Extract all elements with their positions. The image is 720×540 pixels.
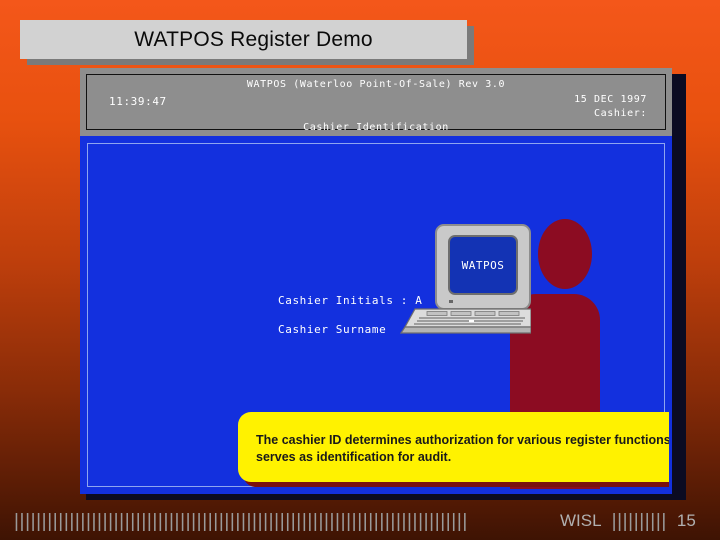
footer-tickmarks-left: ||||||||||||||||||||||||||||||||||||||||… bbox=[14, 512, 554, 531]
footer-page-number: 15 bbox=[677, 511, 696, 531]
app-title: WATPOS (Waterloo Point-Of-Sale) Rev 3.0 bbox=[83, 79, 669, 90]
footer-brand-label: WISL bbox=[560, 511, 602, 531]
terminal-header-panel: WATPOS (Waterloo Point-Of-Sale) Rev 3.0 … bbox=[80, 68, 672, 136]
monitor-screen-text: WATPOS bbox=[462, 259, 505, 272]
footer-tickmarks-right: |||||||||| bbox=[612, 512, 667, 531]
monitor-screen-shape: WATPOS bbox=[448, 235, 518, 295]
monitor-power-led-icon bbox=[449, 300, 453, 303]
title-banner: WATPOS Register Demo bbox=[20, 20, 467, 59]
clock-date: 15 DEC 1997 bbox=[574, 94, 647, 105]
person-head-shape bbox=[538, 219, 592, 289]
screen-name-label: Cashier Identification bbox=[83, 122, 669, 133]
keyboard-icon bbox=[399, 307, 531, 337]
slide-canvas: WATPOS Register Demo WATPOS (Waterloo Po… bbox=[0, 0, 720, 540]
pos-terminal: WATPOS (Waterloo Point-Of-Sale) Rev 3.0 … bbox=[80, 68, 680, 494]
info-callout: The cashier ID determines authorization … bbox=[238, 412, 672, 482]
monitor-case-shape: WATPOS bbox=[435, 224, 531, 310]
cashier-field-label: Cashier: bbox=[594, 108, 647, 119]
footer-bar: ||||||||||||||||||||||||||||||||||||||||… bbox=[0, 502, 720, 540]
field-cashier-surname[interactable]: Cashier Surname bbox=[278, 323, 386, 336]
terminal-screen-body: WATPOS bbox=[80, 136, 672, 494]
field-cashier-initials[interactable]: Cashier Initials : A bbox=[278, 294, 422, 307]
page-title: WATPOS Register Demo bbox=[114, 28, 373, 52]
callout-text: The cashier ID determines authorization … bbox=[256, 432, 672, 466]
clock-time: 11:39:47 bbox=[109, 95, 167, 108]
